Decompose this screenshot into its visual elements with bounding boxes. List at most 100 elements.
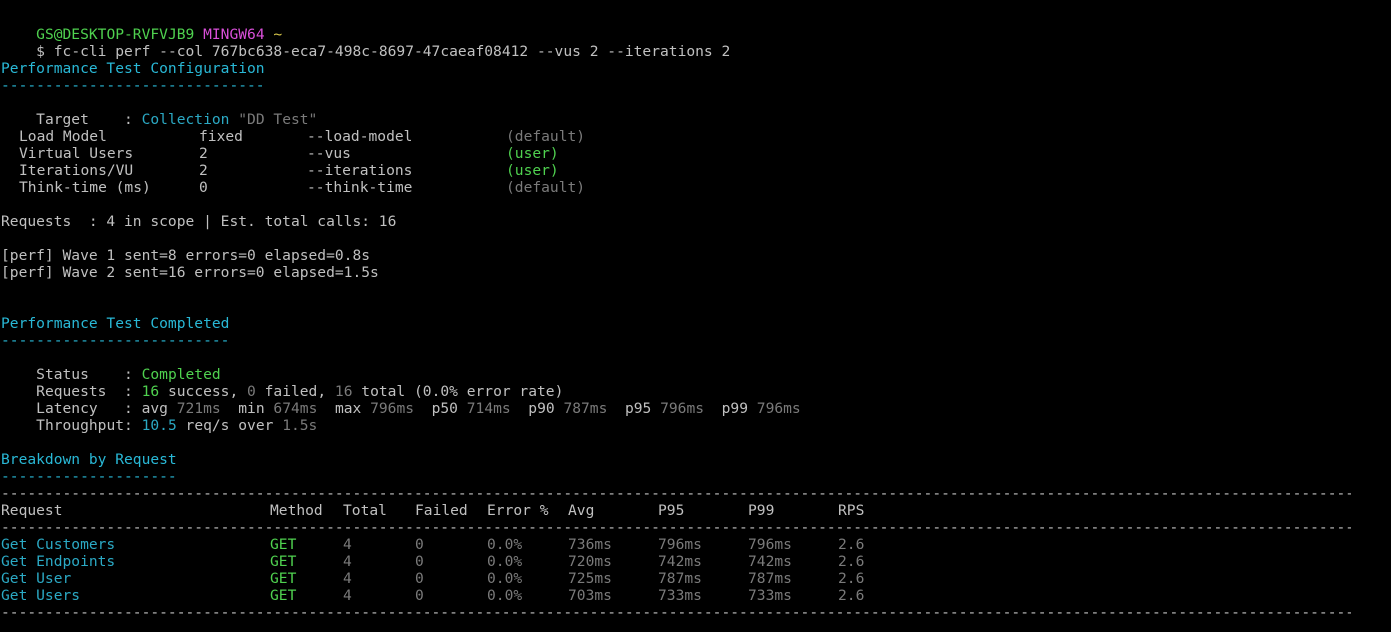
column-header: Total (343, 502, 387, 519)
param-source: (user) (506, 162, 559, 179)
request-failed: 0 (415, 587, 424, 604)
status-line: Status : Completed (1, 349, 221, 383)
request-avg: 736ms (568, 536, 612, 553)
command-line: $ fc-cli perf --col 767bc638-eca7-498c-8… (1, 26, 730, 60)
param-flag: --iterations (307, 162, 413, 179)
request-p99: 733ms (748, 587, 792, 604)
request-method: GET (270, 536, 297, 553)
param-value: fixed (199, 128, 243, 145)
request-rps: 2.6 (838, 553, 865, 570)
latency-value: 714ms (466, 400, 511, 417)
terminal-window[interactable]: GS@DESKTOP-RVFVJB9 MINGW64 ~ $ fc-cli pe… (0, 0, 1391, 632)
request-rps: 2.6 (838, 536, 865, 553)
config-underline: ------------------------------ (1, 77, 265, 94)
table-rule-top: ----------------------------------------… (1, 485, 1351, 502)
request-p99: 796ms (748, 536, 792, 553)
latency-value: 796ms (660, 400, 705, 417)
column-header: Method (270, 502, 323, 519)
request-name: Get Users (1, 587, 81, 604)
request-avg: 720ms (568, 553, 612, 570)
throughput-unit: req/s over (176, 417, 283, 434)
request-p99: 742ms (748, 553, 792, 570)
target-line: Target : Collection "DD Test" (1, 94, 317, 128)
breakdown-underline: -------------------- (1, 468, 177, 485)
request-failed: 0 (415, 570, 424, 587)
param-name: Think-time (ms) (19, 179, 151, 196)
request-name: Get User (1, 570, 72, 587)
column-header: P99 (748, 502, 775, 519)
request-error-rate: 0.0% (487, 570, 523, 587)
breakdown-title: Breakdown by Request (1, 451, 177, 468)
wave-line: [perf] Wave 1 sent=8 errors=0 elapsed=0.… (1, 247, 371, 264)
request-error-rate: 0.0% (487, 536, 523, 553)
request-p99: 787ms (748, 570, 792, 587)
request-p95: 787ms (658, 570, 702, 587)
command-text: fc-cli perf --col 767bc638-eca7-498c-869… (53, 43, 731, 60)
column-header: Failed (415, 502, 468, 519)
param-value: 0 (199, 179, 208, 196)
target-name: "DD Test" (238, 111, 318, 128)
requests-scope-line: Requests : 4 in scope | Est. total calls… (1, 213, 397, 230)
latency-line: Latency : avg 721ms min 674ms max 796ms … (1, 383, 801, 417)
throughput-label: Throughput: (36, 417, 142, 434)
target-kind: Collection (141, 111, 230, 128)
column-header: Request (1, 502, 63, 519)
param-name: Virtual Users (19, 145, 134, 162)
request-failed: 0 (415, 536, 424, 553)
latency-key: p95 (624, 400, 661, 417)
request-rps: 2.6 (838, 587, 865, 604)
column-header: P95 (658, 502, 685, 519)
request-failed: 0 (415, 553, 424, 570)
requests-summary-line: Requests : 16 success, 0 failed, 16 tota… (1, 366, 563, 400)
throughput-duration: 1.5s (282, 417, 318, 434)
latency-value: 796ms (756, 400, 801, 417)
param-name: Load Model (19, 128, 107, 145)
column-header: Avg (568, 502, 595, 519)
request-total: 4 (343, 570, 352, 587)
param-value: 2 (199, 162, 208, 179)
param-source: (default) (506, 179, 586, 196)
column-header: Error % (487, 502, 549, 519)
param-source: (user) (506, 145, 559, 162)
table-rule-bottom: ----------------------------------------… (1, 604, 1351, 621)
param-source: (default) (506, 128, 586, 145)
param-flag: --vus (307, 145, 351, 162)
request-total: 4 (343, 536, 352, 553)
request-p95: 733ms (658, 587, 702, 604)
config-title: Performance Test Configuration (1, 60, 265, 77)
latency-key: p90 (528, 400, 564, 417)
request-rps: 2.6 (838, 570, 865, 587)
wave-line: [perf] Wave 2 sent=16 errors=0 elapsed=1… (1, 264, 379, 281)
request-method: GET (270, 553, 297, 570)
request-p95: 796ms (658, 536, 702, 553)
request-name: Get Customers (1, 536, 116, 553)
table-rule-header: ----------------------------------------… (1, 519, 1351, 536)
request-total: 4 (343, 587, 352, 604)
latency-value: 796ms (370, 400, 415, 417)
latency-key: p50 (431, 400, 467, 417)
latency-key: max (334, 400, 371, 417)
param-value: 2 (199, 145, 208, 162)
param-flag: --think-time (307, 179, 413, 196)
param-name: Iterations/VU (19, 162, 134, 179)
param-flag: --load-model (307, 128, 413, 145)
request-error-rate: 0.0% (487, 587, 523, 604)
request-p95: 742ms (658, 553, 702, 570)
target-label: Target : (36, 111, 142, 128)
request-total: 4 (343, 553, 352, 570)
column-header: RPS (838, 502, 865, 519)
throughput-value: 10.5 (141, 417, 177, 434)
request-method: GET (270, 570, 297, 587)
latency-value: 787ms (563, 400, 608, 417)
request-avg: 703ms (568, 587, 612, 604)
request-avg: 725ms (568, 570, 612, 587)
latency-key: p99 (721, 400, 757, 417)
request-error-rate: 0.0% (487, 553, 523, 570)
request-method: GET (270, 587, 297, 604)
completed-underline: -------------------------- (1, 332, 230, 349)
shell-prompt: GS@DESKTOP-RVFVJB9 MINGW64 ~ (1, 9, 282, 43)
completed-title: Performance Test Completed (1, 315, 230, 332)
throughput-line: Throughput: 10.5 req/s over 1.5s (1, 400, 317, 434)
prompt-symbol: $ (36, 43, 45, 60)
request-name: Get Endpoints (1, 553, 116, 570)
